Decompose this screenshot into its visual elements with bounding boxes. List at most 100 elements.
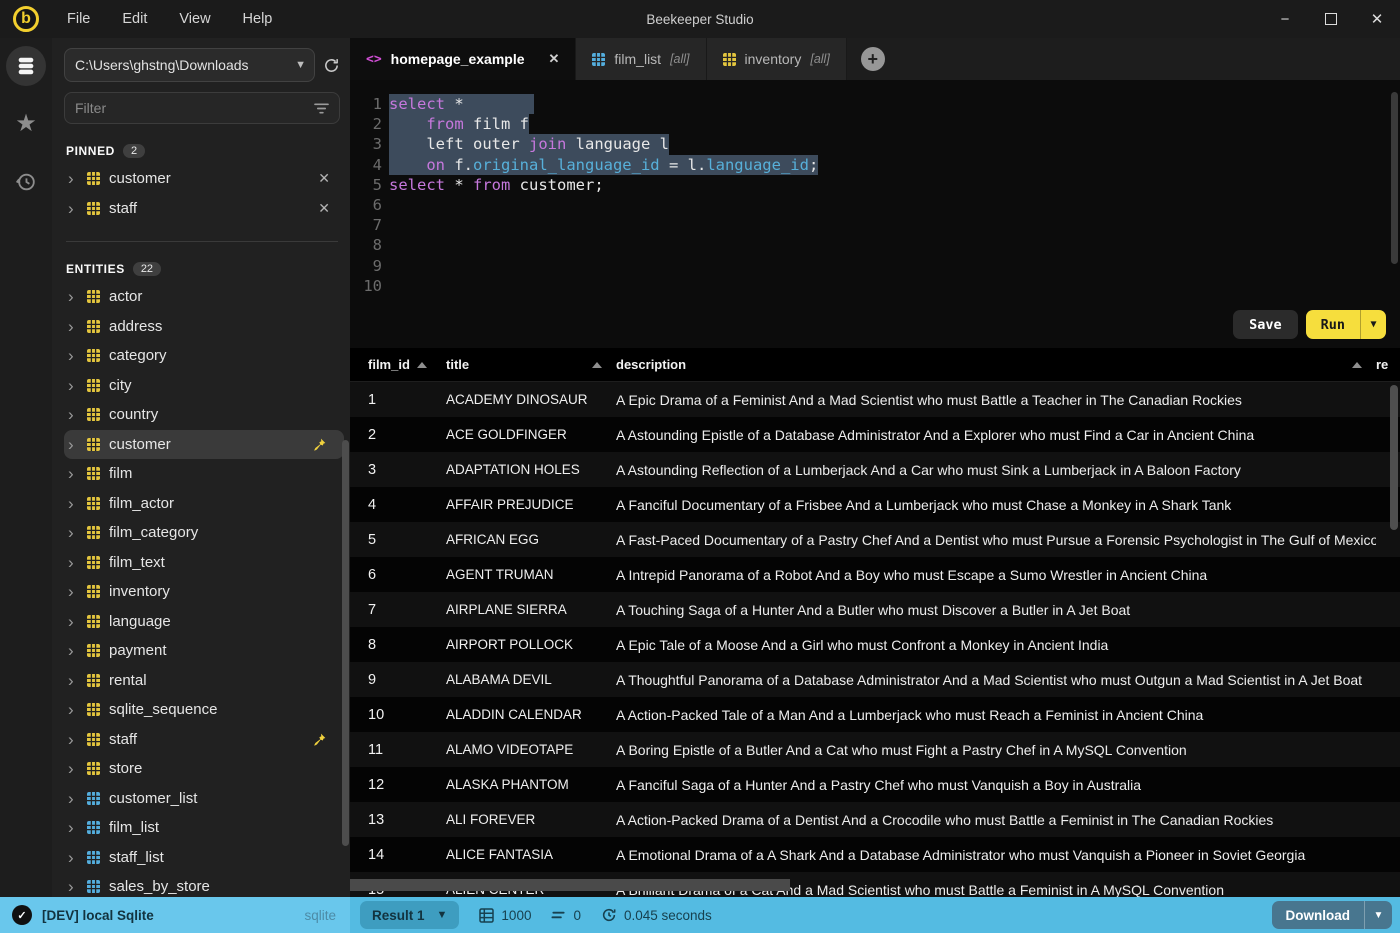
entity-item[interactable]: › country	[64, 400, 344, 430]
cell-title[interactable]: AIRPLANE SIERRA	[446, 602, 616, 617]
chevron-right-icon[interactable]: ›	[68, 819, 78, 836]
cell-film-id[interactable]: 14	[368, 847, 446, 863]
cell-title[interactable]: ALAMO VIDEOTAPE	[446, 742, 616, 757]
cell-title[interactable]: ADAPTATION HOLES	[446, 462, 616, 477]
cell-description[interactable]: A Epic Tale of a Moose And a Girl who mu…	[616, 637, 1376, 653]
entity-item[interactable]: › store	[64, 754, 344, 784]
chevron-right-icon[interactable]: ›	[68, 347, 78, 364]
entity-item[interactable]: › city	[64, 371, 344, 401]
entity-item[interactable]: › language	[64, 607, 344, 637]
menu-item[interactable]: View	[167, 7, 222, 31]
close-button[interactable]: ✕	[1354, 0, 1400, 38]
table-row[interactable]: 3 ADAPTATION HOLES A Astounding Reflecti…	[350, 452, 1400, 487]
history-panel-button[interactable]	[6, 162, 46, 202]
code-line[interactable]: 6	[350, 195, 1400, 215]
entity-item[interactable]: › sales_by_store	[64, 872, 344, 897]
table-row[interactable]: 7 AIRPLANE SIERRA A Touching Saga of a H…	[350, 592, 1400, 627]
cell-film-id[interactable]: 1	[368, 392, 446, 408]
chevron-right-icon[interactable]: ›	[68, 406, 78, 423]
entity-item[interactable]: › film_actor	[64, 489, 344, 519]
results-scrollbar[interactable]	[1390, 385, 1398, 530]
chevron-right-icon[interactable]: ›	[68, 170, 78, 187]
menu-item[interactable]: Help	[231, 7, 285, 31]
chevron-right-icon[interactable]: ›	[68, 495, 78, 512]
pin-icon[interactable]	[313, 438, 326, 451]
code-line[interactable]: 2 from film f	[350, 114, 1400, 135]
sql-editor[interactable]: 1 select * 2 from film f3 left outer join …	[350, 80, 1400, 348]
entity-filter[interactable]	[64, 92, 340, 124]
tab[interactable]: <> homepage_example ✕	[350, 38, 577, 80]
chevron-right-icon[interactable]: ›	[68, 790, 78, 807]
tab[interactable]: <> film_list [all] ✕	[576, 38, 707, 80]
new-tab-button[interactable]: +	[860, 47, 885, 71]
cell-film-id[interactable]: 5	[368, 532, 446, 548]
entity-item[interactable]: › sqlite_sequence	[64, 695, 344, 725]
menu-item[interactable]: File	[55, 7, 102, 31]
cell-title[interactable]: AGENT TRUMAN	[446, 567, 616, 582]
entity-item[interactable]: › staff	[64, 725, 344, 755]
connection-status[interactable]: ✓ [DEV] local Sqlite sqlite	[0, 897, 350, 933]
code-line[interactable]: 3 left outer join language l	[350, 134, 1400, 155]
cell-film-id[interactable]: 8	[368, 637, 446, 653]
sort-ascending-icon[interactable]	[1352, 361, 1362, 368]
cell-description[interactable]: A Thoughtful Panorama of a Database Admi…	[616, 672, 1376, 688]
cell-film-id[interactable]: 3	[368, 462, 446, 478]
entity-item[interactable]: › film_text	[64, 548, 344, 578]
chevron-right-icon[interactable]: ›	[68, 377, 78, 394]
entity-item[interactable]: › film_list	[64, 813, 344, 843]
pin-icon[interactable]	[313, 733, 326, 746]
cell-title[interactable]: AIRPORT POLLOCK	[446, 637, 616, 652]
entity-item[interactable]: › rental	[64, 666, 344, 696]
save-button[interactable]: Save	[1233, 310, 1298, 339]
cell-title[interactable]: ALI FOREVER	[446, 812, 616, 827]
pinned-item[interactable]: › staff ✕	[64, 194, 344, 224]
entity-item[interactable]: › actor	[64, 282, 344, 312]
database-selector[interactable]: C:\Users\ghstng\Downloads ▼	[64, 48, 315, 82]
entity-item[interactable]: › address	[64, 312, 344, 342]
entity-item[interactable]: › inventory	[64, 577, 344, 607]
editor-scrollbar[interactable]	[1391, 92, 1398, 264]
cell-film-id[interactable]: 10	[368, 707, 446, 723]
minimize-button[interactable]: −	[1262, 0, 1308, 38]
cell-description[interactable]: A Astounding Epistle of a Database Admin…	[616, 427, 1376, 443]
code-line[interactable]: 7	[350, 215, 1400, 235]
chevron-right-icon[interactable]: ›	[68, 613, 78, 630]
maximize-button[interactable]	[1308, 0, 1354, 38]
cell-film-id[interactable]: 9	[368, 672, 446, 688]
cell-description[interactable]: A Intrepid Panorama of a Robot And a Boy…	[616, 567, 1376, 583]
entity-item[interactable]: › customer_list	[64, 784, 344, 814]
code-line[interactable]: 10	[350, 276, 1400, 296]
run-button[interactable]: Run ▼	[1305, 310, 1386, 339]
cell-title[interactable]: ALICE FANTASIA	[446, 847, 616, 862]
table-row[interactable]: 10 ALADDIN CALENDAR A Action-Packed Tale…	[350, 697, 1400, 732]
chevron-right-icon[interactable]: ›	[68, 849, 78, 866]
horizontal-scrollbar[interactable]	[350, 879, 790, 891]
entity-item[interactable]: › category	[64, 341, 344, 371]
cell-title[interactable]: ALABAMA DEVIL	[446, 672, 616, 687]
entity-item[interactable]: › staff_list	[64, 843, 344, 873]
table-row[interactable]: 12 ALASKA PHANTOM A Fanciful Saga of a H…	[350, 767, 1400, 802]
table-row[interactable]: 4 AFFAIR PREJUDICE A Fanciful Documentar…	[350, 487, 1400, 522]
database-panel-button[interactable]	[6, 46, 46, 86]
code-line[interactable]: 9	[350, 256, 1400, 276]
unpin-close-icon[interactable]: ✕	[312, 200, 336, 217]
cell-description[interactable]: A Boring Epistle of a Butler And a Cat w…	[616, 742, 1376, 758]
chevron-right-icon[interactable]: ›	[68, 672, 78, 689]
sidebar-scrollbar[interactable]	[342, 440, 349, 846]
chevron-right-icon[interactable]: ›	[68, 642, 78, 659]
code-line[interactable]: 4 on f.original_language_id = l.language…	[350, 154, 1400, 175]
column-header-partial[interactable]: re	[1376, 357, 1400, 372]
cell-description[interactable]: A Action-Packed Tale of a Man And a Lumb…	[616, 707, 1376, 723]
chevron-right-icon[interactable]: ›	[68, 318, 78, 335]
cell-film-id[interactable]: 11	[368, 742, 446, 758]
cell-description[interactable]: A Fanciful Saga of a Hunter And a Pastry…	[616, 777, 1376, 793]
pinned-item[interactable]: › customer ✕	[64, 164, 344, 194]
table-row[interactable]: 5 AFRICAN EGG A Fast-Paced Documentary o…	[350, 522, 1400, 557]
chevron-right-icon[interactable]: ›	[68, 288, 78, 305]
run-options-caret[interactable]: ▼	[1360, 310, 1386, 339]
chevron-right-icon[interactable]: ›	[68, 760, 78, 777]
table-row[interactable]: 8 AIRPORT POLLOCK A Epic Tale of a Moose…	[350, 627, 1400, 662]
table-row[interactable]: 6 AGENT TRUMAN A Intrepid Panorama of a …	[350, 557, 1400, 592]
cell-film-id[interactable]: 2	[368, 427, 446, 443]
cell-description[interactable]: A Fast-Paced Documentary of a Pastry Che…	[616, 532, 1376, 548]
